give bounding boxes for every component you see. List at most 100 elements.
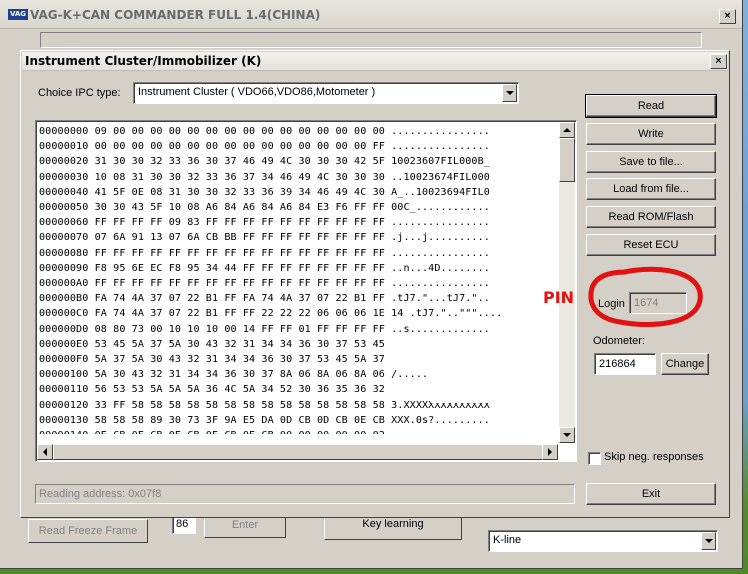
hex-row-address: 00000010 (39, 141, 89, 153)
odometer-label: Odometer: (593, 335, 645, 347)
scroll-left-arrow-icon[interactable] (37, 444, 53, 460)
horizontal-scrollbar[interactable] (37, 444, 558, 460)
main-close-button[interactable]: × (719, 9, 736, 24)
vertical-scrollbar[interactable] (559, 122, 575, 443)
chevron-down-icon[interactable] (701, 532, 716, 550)
hex-row-bytes: 5A 37 5A 30 43 32 31 34 34 36 30 37 53 4… (94, 354, 385, 366)
scroll-up-arrow-icon[interactable] (559, 122, 575, 138)
chevron-down-icon[interactable] (502, 84, 517, 102)
ipc-type-value: Instrument Cluster ( VDO66,VDO86,Motomet… (138, 86, 376, 98)
write-button[interactable]: Write (586, 123, 716, 145)
hex-row-bytes: 00 00 00 00 00 00 00 00 00 00 00 00 00 0… (94, 141, 385, 153)
hex-row: 00000090 F8 95 6E EC F8 95 34 44 FF FF F… (39, 261, 559, 276)
hex-row-bytes: F8 95 6E EC F8 95 34 44 FF FF FF FF FF F… (94, 262, 385, 274)
hex-row-ascii: XXX.0s?......... (391, 414, 490, 426)
hex-dump-view[interactable]: 00000000 09 00 00 00 00 00 00 00 00 00 0… (35, 120, 577, 462)
hex-row-bytes: 30 30 43 5F 10 08 A6 84 A6 84 A6 84 E3 F… (94, 202, 385, 214)
hex-row: 00000060 FF FF FF FF 09 83 FF FF FF FF F… (39, 215, 559, 230)
reset-ecu-button[interactable]: Reset ECU (586, 234, 716, 256)
hex-row: 00000000 09 00 00 00 00 00 00 00 00 00 0… (39, 124, 559, 139)
hex-row: 000000B0 FA 74 4A 37 07 22 B1 FF FA 74 4… (39, 291, 559, 306)
exit-button[interactable]: Exit (586, 483, 716, 505)
background-small-field[interactable]: 86 (172, 516, 196, 534)
hex-row-address: 00000040 (39, 186, 89, 198)
hex-row-bytes: FF FF FF FF FF FF FF FF FF FF FF FF FF F… (94, 247, 385, 259)
hex-row-bytes: FA 74 4A 37 07 22 B1 FF FF 22 22 22 06 0… (94, 308, 404, 320)
odometer-field[interactable]: 216864 (594, 353, 656, 375)
hex-row-address: 00000070 (39, 232, 89, 244)
hex-row-bytes: 08 80 73 00 10 10 10 00 14 FF FF 01 FF F… (94, 323, 385, 335)
background-progress-bar (40, 32, 702, 48)
hex-row-address: 000000C0 (39, 308, 89, 320)
hex-row-address: 00000100 (39, 369, 89, 381)
scroll-right-arrow-icon[interactable] (542, 444, 558, 460)
hex-row: 000000C0 FA 74 4A 37 07 22 B1 FF FF 22 2… (39, 306, 559, 321)
hex-row-ascii: ................ (391, 217, 490, 229)
hex-row-bytes: 41 5F 0E 08 31 30 30 32 33 36 39 34 46 4… (94, 186, 385, 198)
hex-row: 00000030 10 08 31 30 30 32 33 36 37 34 4… (39, 170, 559, 185)
status-bar: Reading address: 0x07f8 (35, 484, 575, 504)
hex-row-bytes: 56 53 53 5A 5A 5A 36 4C 5A 34 52 30 36 3… (94, 384, 385, 396)
red-circle-annotation (588, 266, 703, 327)
read-rom-flash-button[interactable]: Read ROM/Flash (586, 206, 716, 228)
hex-row-address: 00000140 (39, 430, 88, 434)
hex-row-bytes: 33 FF 58 58 58 58 58 58 58 58 58 58 58 5… (94, 399, 385, 411)
hex-row-ascii: ................ (391, 430, 490, 434)
dialog-close-button[interactable]: × (710, 54, 727, 69)
hex-row-address: 000000E0 (39, 338, 89, 350)
dialog-title: Instrument Cluster/Immobilizer (K) (25, 54, 262, 68)
hex-row-bytes: 10 08 31 30 30 32 33 36 37 34 46 49 4C 3… (94, 171, 385, 183)
protocol-select-value: K-line (493, 534, 522, 546)
hex-row-address: 000000A0 (39, 278, 89, 290)
hex-row-bytes: 0E CB 0E CB 0E CB 0E CB 0E CB 00 00 00 0… (95, 430, 385, 434)
hex-row-address: 00000000 (39, 126, 89, 137)
change-odometer-button[interactable]: Change (661, 353, 709, 375)
hex-row: 00000040 41 5F 0E 08 31 30 30 32 33 36 3… (39, 185, 559, 200)
hex-row: 00000050 30 30 43 5F 10 08 A6 84 A6 84 A… (39, 200, 559, 215)
hex-row-address: 00000060 (39, 217, 89, 229)
load-from-file-button[interactable]: Load from file... (586, 178, 716, 200)
hex-row: 00000010 00 00 00 00 00 00 00 00 00 00 0… (39, 139, 559, 154)
hex-row-ascii: .tJ7."..""".... (409, 308, 503, 320)
enter-button[interactable]: Enter (204, 516, 286, 538)
hex-row-ascii: A_..10023694FIL0 (391, 186, 490, 198)
hex-row-bytes: 58 58 58 89 30 73 3F 9A E5 DA 0D CB 0D C… (94, 414, 385, 426)
scroll-down-arrow-icon[interactable] (559, 427, 575, 443)
hex-row: 00000140 0E CB 0E CB 0E CB 0E CB 0E CB 0… (39, 428, 559, 434)
ipc-type-label: Choice IPC type: (38, 87, 121, 99)
read-button[interactable]: Read (585, 94, 717, 118)
hex-row-address: 000000B0 (39, 293, 89, 305)
read-freeze-frame-button[interactable]: Read Freeze Frame (28, 519, 148, 543)
hex-row-ascii: .tJ7."...tJ7.".. (391, 293, 490, 305)
protocol-select[interactable]: K-line (488, 530, 718, 552)
vertical-scroll-thumb[interactable] (559, 138, 575, 182)
hex-row-bytes: FF FF FF FF 09 83 FF FF FF FF FF FF FF F… (94, 217, 385, 229)
hex-row-ascii: /..... (391, 369, 429, 381)
hex-row-ascii: 00C_............ (391, 202, 490, 214)
key-learning-button[interactable]: Key learning (324, 516, 462, 540)
hex-row-bytes: 31 30 30 32 33 36 30 37 46 49 4C 30 30 3… (94, 156, 385, 168)
skip-neg-responses-checkbox[interactable] (588, 452, 601, 465)
app-icon: VAG (8, 9, 28, 20)
main-window-title: VAG-K+CAN COMMANDER FULL 1.4(CHINA) (30, 8, 321, 22)
skip-neg-responses-label: Skip neg. responses (604, 451, 704, 463)
hex-row-ascii: 10023607FIL000B_ (391, 156, 490, 168)
pin-annotation: PIN (543, 288, 575, 307)
dialog-title-bar[interactable]: Instrument Cluster/Immobilizer (K) × (22, 52, 728, 71)
hex-row-address: 00000020 (39, 156, 89, 168)
hex-row-bytes: 07 6A 91 13 07 6A CB BB FF FF FF FF FF F… (94, 232, 385, 244)
hex-row-address: 000000F0 (39, 354, 89, 366)
hex-row-bytes: 09 00 00 00 00 00 00 00 00 00 00 00 00 0… (94, 126, 385, 137)
hex-row-address: 00000050 (39, 202, 89, 214)
hex-row-bytes: FA 74 4A 37 07 22 B1 FF FA 74 4A 37 07 2… (94, 293, 385, 305)
hex-row: 00000020 31 30 30 32 33 36 30 37 46 49 4… (39, 154, 559, 169)
main-title-bar[interactable]: VAG VAG-K+CAN COMMANDER FULL 1.4(CHINA) … (0, 0, 742, 29)
save-to-file-button[interactable]: Save to file... (586, 151, 716, 173)
hex-row: 00000130 58 58 58 89 30 73 3F 9A E5 DA 0… (39, 413, 559, 428)
hex-row-ascii: ................ (391, 126, 490, 137)
hex-row-address: 00000120 (39, 399, 89, 411)
horizontal-scroll-thumb[interactable] (53, 444, 543, 460)
ipc-type-select[interactable]: Instrument Cluster ( VDO66,VDO86,Motomet… (133, 82, 519, 104)
hex-row-ascii: ................ (391, 278, 490, 290)
hex-row-address: 00000130 (39, 414, 89, 426)
